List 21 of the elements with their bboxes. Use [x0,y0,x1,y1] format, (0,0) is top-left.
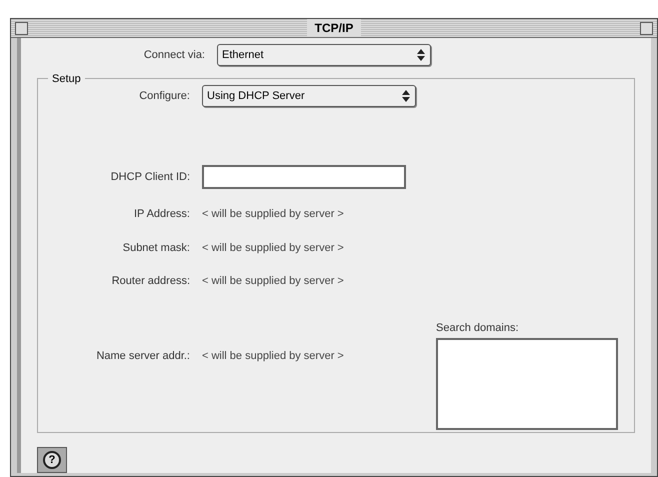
dhcp-client-id-field[interactable] [202,165,406,189]
field-value: < will be supplied by server > [202,240,344,256]
group-legend: Setup [48,71,85,88]
field-label: IP Address: [132,207,191,222]
close-box-icon[interactable] [15,22,28,34]
field-label: Search domains: [436,320,520,336]
field-value: < will be supplied by server > [202,274,344,289]
field-label: DHCP Client ID: [110,170,191,185]
field-value: < will be supplied by server > [202,207,344,222]
field-label: Router address: [110,274,191,289]
field-label: Name server addr.: [95,348,191,364]
collapse-box-icon[interactable] [640,22,654,34]
connect-via-popup[interactable]: Ethernet [217,44,431,66]
field-label: Configure: [138,88,191,104]
configure-popup[interactable]: Using DHCP Server [202,85,416,107]
field-label: Connect via: [142,48,206,63]
help-button[interactable]: ? [37,447,67,473]
search-domains-field[interactable] [436,338,618,430]
field-label: Subnet mask: [122,240,191,256]
window-title: TCP/IP [306,19,362,37]
field-value: < will be supplied by server > [202,348,344,364]
